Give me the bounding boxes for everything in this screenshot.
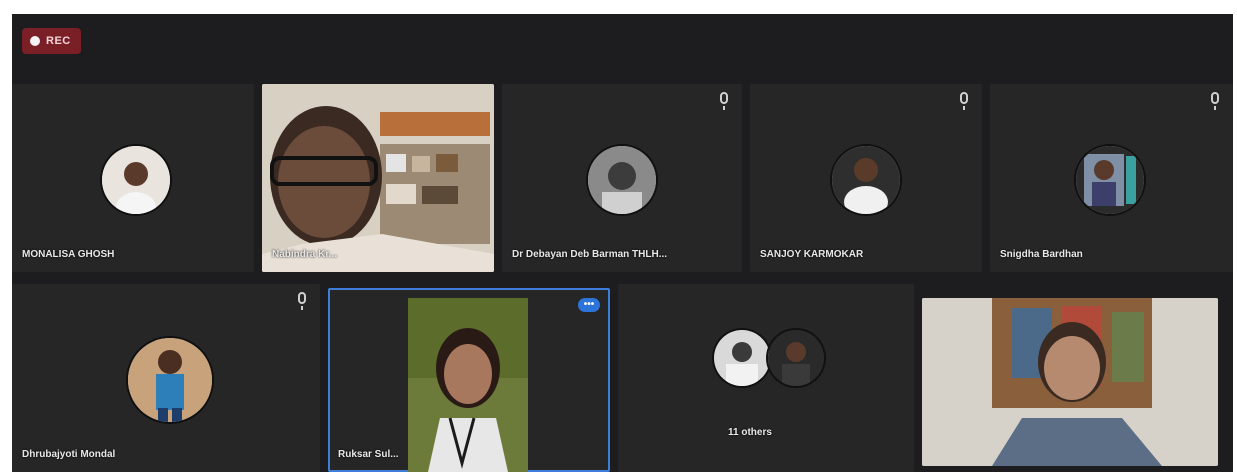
avatar (102, 146, 170, 214)
participant-tile[interactable]: Dr Debayan Deb Barman THLH... (502, 84, 742, 272)
participant-tile[interactable]: SANJOY KARMOKAR (750, 84, 982, 272)
video-feed (262, 84, 494, 272)
mic-muted-icon (298, 292, 306, 304)
recording-label: REC (46, 35, 71, 47)
participant-tile[interactable]: Dhrubajyoti Mondal (12, 284, 320, 472)
participant-name: SANJOY KARMOKAR (760, 249, 864, 260)
avatar (128, 338, 212, 422)
participant-name: Nabindra Kr... (272, 249, 338, 260)
avatar (588, 146, 656, 214)
recording-indicator: REC (22, 28, 81, 54)
avatar (714, 330, 770, 386)
participant-name: Dhrubajyoti Mondal (22, 449, 116, 460)
participant-tile[interactable]: Nabindra Kr... (262, 84, 494, 272)
more-options-button[interactable]: ••• (578, 298, 600, 312)
others-tile[interactable]: 11 others (618, 284, 914, 472)
avatar (768, 330, 824, 386)
video-grid: REC MONALISA GHOSH Nabindra Kr... Dr Deb… (12, 14, 1233, 472)
video-feed (922, 298, 1218, 466)
mic-muted-icon (1211, 92, 1219, 104)
participant-name: MONALISA GHOSH (22, 249, 115, 260)
mic-muted-icon (720, 92, 728, 104)
others-count: 11 others (728, 427, 772, 438)
participant-tile[interactable]: MONALISA GHOSH (12, 84, 254, 272)
video-feed (408, 298, 528, 472)
participant-tile[interactable]: Snigdha Bardhan (990, 84, 1233, 272)
avatar (1076, 146, 1144, 214)
participant-name: Ruksar Sul... (338, 449, 399, 460)
participant-tile-active-speaker[interactable]: ••• Ruksar Sul... (328, 288, 610, 472)
mic-muted-icon (960, 92, 968, 104)
participant-name: Dr Debayan Deb Barman THLH... (512, 249, 668, 260)
avatar (832, 146, 900, 214)
participant-tile[interactable] (922, 298, 1218, 466)
participant-name: Snigdha Bardhan (1000, 249, 1083, 260)
record-dot-icon (30, 36, 40, 46)
